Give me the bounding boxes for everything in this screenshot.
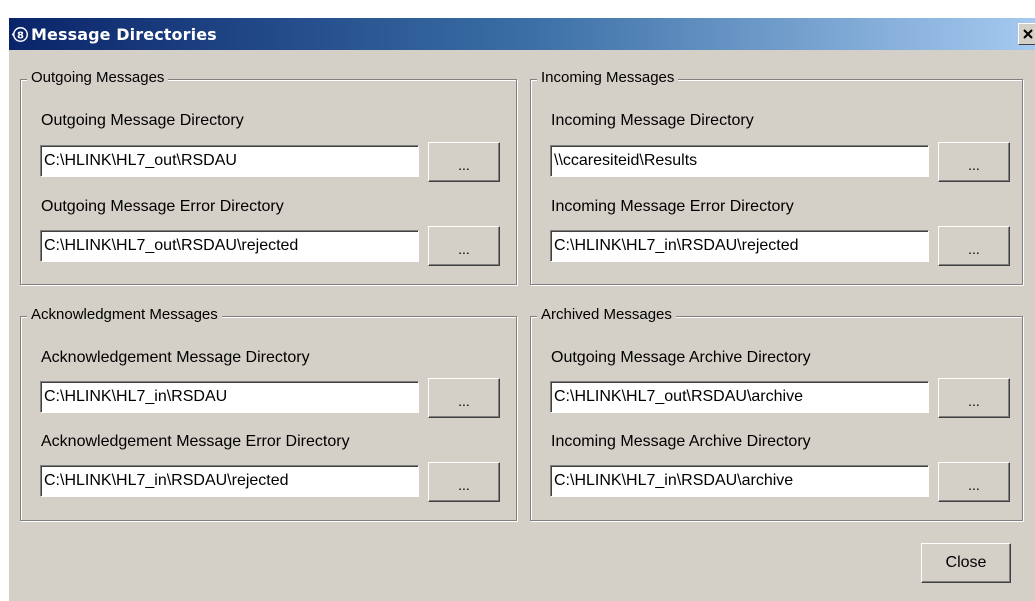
acknowledgement-directory-field[interactable] bbox=[40, 381, 419, 413]
incoming-error-directory-browse-button[interactable]: ... bbox=[938, 226, 1010, 266]
acknowledgment-messages-group: Acknowledgment Messages Acknowledgement … bbox=[20, 306, 517, 521]
incoming-archive-directory-label: Incoming Message Archive Directory bbox=[551, 433, 811, 450]
acknowledgement-directory-browse-button[interactable]: ... bbox=[428, 378, 500, 418]
outgoing-archive-directory-input[interactable] bbox=[554, 385, 922, 409]
close-button[interactable]: Close bbox=[921, 543, 1011, 583]
outgoing-archive-directory-field[interactable] bbox=[550, 381, 929, 413]
message-directories-dialog: 8 Message Directories Outgoing Messages … bbox=[8, 17, 1035, 601]
incoming-messages-group: Incoming Messages Incoming Message Direc… bbox=[530, 69, 1023, 285]
incoming-archive-directory-browse-button[interactable]: ... bbox=[938, 462, 1010, 502]
outgoing-directory-input[interactable] bbox=[44, 149, 412, 173]
svg-text:8: 8 bbox=[17, 31, 24, 42]
group-legend: Acknowledgment Messages bbox=[27, 306, 222, 323]
hl7-app-icon: 8 bbox=[12, 27, 28, 42]
acknowledgement-error-directory-input[interactable] bbox=[44, 469, 412, 493]
outgoing-error-directory-label: Outgoing Message Error Directory bbox=[41, 198, 284, 215]
title-close-button[interactable] bbox=[1018, 23, 1035, 45]
incoming-error-directory-label: Incoming Message Error Directory bbox=[551, 198, 794, 215]
incoming-error-directory-field[interactable] bbox=[550, 230, 929, 262]
outgoing-messages-group: Outgoing Messages Outgoing Message Direc… bbox=[20, 69, 517, 285]
incoming-archive-directory-field[interactable] bbox=[550, 465, 929, 497]
outgoing-error-directory-browse-button[interactable]: ... bbox=[428, 226, 500, 266]
acknowledgement-directory-input[interactable] bbox=[44, 385, 412, 409]
title-bar[interactable]: 8 Message Directories bbox=[9, 18, 1035, 50]
incoming-directory-input[interactable] bbox=[554, 149, 922, 173]
group-legend: Archived Messages bbox=[537, 306, 676, 323]
acknowledgement-error-directory-label: Acknowledgement Message Error Directory bbox=[41, 433, 350, 450]
outgoing-directory-field[interactable] bbox=[40, 145, 419, 177]
incoming-directory-browse-button[interactable]: ... bbox=[938, 142, 1010, 182]
acknowledgement-directory-label: Acknowledgement Message Directory bbox=[41, 349, 310, 366]
incoming-archive-directory-input[interactable] bbox=[554, 469, 922, 493]
group-legend: Incoming Messages bbox=[537, 69, 679, 86]
outgoing-error-directory-field[interactable] bbox=[40, 230, 419, 262]
incoming-error-directory-input[interactable] bbox=[554, 234, 922, 258]
outgoing-error-directory-input[interactable] bbox=[44, 234, 412, 258]
archived-messages-group: Archived Messages Outgoing Message Archi… bbox=[530, 306, 1023, 521]
outgoing-archive-directory-browse-button[interactable]: ... bbox=[938, 378, 1010, 418]
outgoing-archive-directory-label: Outgoing Message Archive Directory bbox=[551, 349, 811, 366]
incoming-directory-field[interactable] bbox=[550, 145, 929, 177]
group-legend: Outgoing Messages bbox=[27, 69, 169, 86]
outgoing-directory-label: Outgoing Message Directory bbox=[41, 112, 244, 129]
window-title: Message Directories bbox=[31, 25, 217, 44]
outgoing-directory-browse-button[interactable]: ... bbox=[428, 142, 500, 182]
acknowledgement-error-directory-browse-button[interactable]: ... bbox=[428, 462, 500, 502]
acknowledgement-error-directory-field[interactable] bbox=[40, 465, 419, 497]
close-x-icon bbox=[1023, 29, 1033, 39]
incoming-directory-label: Incoming Message Directory bbox=[551, 112, 754, 129]
